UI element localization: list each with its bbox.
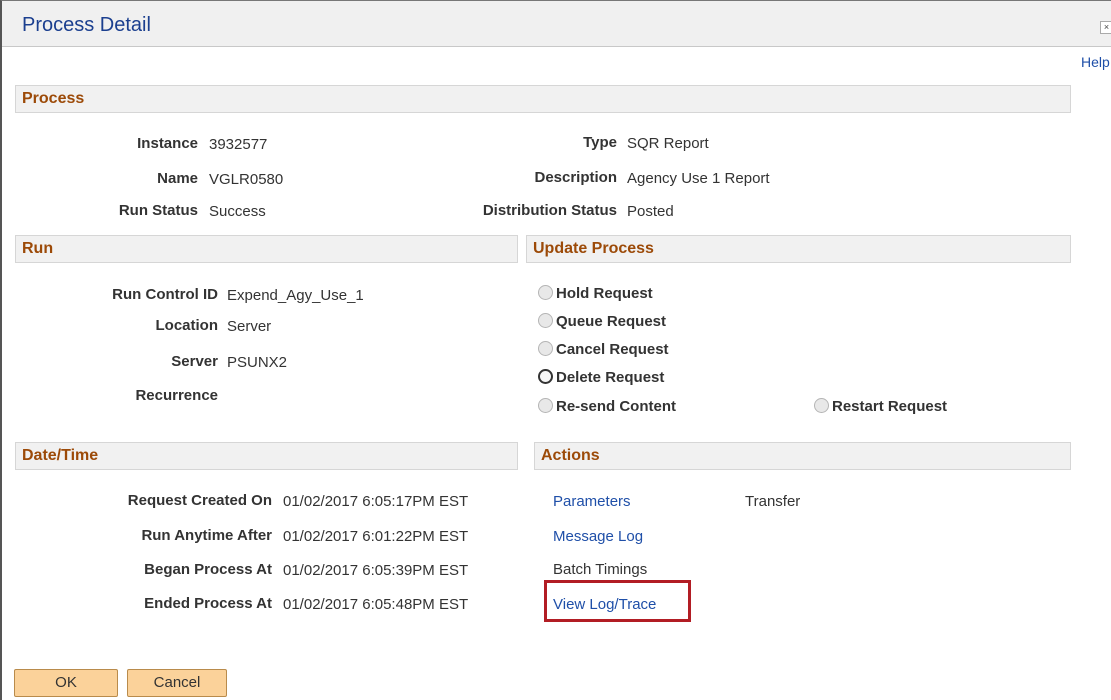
instance-value: 3932577 bbox=[209, 136, 268, 153]
description-value: Agency Use 1 Report bbox=[627, 170, 770, 187]
page-title: Process Detail bbox=[22, 14, 151, 36]
run-section-header: Run bbox=[15, 235, 518, 263]
highlight-annotation-box bbox=[544, 580, 691, 622]
server-label: Server bbox=[171, 353, 218, 370]
location-value: Server bbox=[227, 318, 272, 335]
radio-circle-icon bbox=[538, 398, 553, 413]
update-process-section-header: Update Process bbox=[526, 235, 1071, 263]
actions-section-header: Actions bbox=[534, 442, 1071, 470]
transfer-text: Transfer bbox=[745, 493, 801, 510]
run-status-label: Run Status bbox=[118, 202, 198, 219]
began-process-value: 01/02/2017 6:05:39PM EST bbox=[283, 562, 469, 579]
began-process-label: Began Process At bbox=[144, 561, 272, 578]
queue-request-radio[interactable]: Queue Request bbox=[538, 313, 666, 333]
type-label: Type bbox=[583, 134, 617, 151]
type-value: SQR Report bbox=[627, 135, 709, 152]
parameters-link[interactable]: Parameters bbox=[553, 493, 631, 510]
radio-circle-icon bbox=[814, 398, 829, 413]
radio-circle-icon bbox=[538, 285, 553, 300]
restart-request-label: Restart Request bbox=[832, 398, 948, 415]
run-control-id-label: Run Control ID bbox=[112, 286, 218, 303]
resend-content-label: Re-send Content bbox=[556, 398, 676, 415]
recurrence-label: Recurrence bbox=[135, 387, 218, 404]
ended-process-label: Ended Process At bbox=[144, 595, 272, 612]
ok-button[interactable]: OK bbox=[14, 669, 118, 697]
resend-content-radio[interactable]: Re-send Content bbox=[538, 398, 676, 418]
datetime-section-header: Date/Time bbox=[15, 442, 518, 470]
cancel-request-radio[interactable]: Cancel Request bbox=[538, 341, 669, 361]
delete-request-radio[interactable]: Delete Request bbox=[538, 369, 664, 389]
request-created-label: Request Created On bbox=[127, 492, 272, 509]
cancel-request-label: Cancel Request bbox=[556, 341, 669, 358]
restart-request-radio[interactable]: Restart Request bbox=[814, 398, 947, 418]
close-icon[interactable]: × bbox=[1100, 21, 1111, 34]
run-control-id-value: Expend_Agy_Use_1 bbox=[227, 287, 364, 304]
process-section-header: Process bbox=[15, 85, 1071, 113]
description-label: Description bbox=[534, 169, 617, 186]
delete-request-label: Delete Request bbox=[556, 369, 665, 386]
instance-label: Instance bbox=[137, 135, 198, 152]
help-link[interactable]: Help bbox=[1081, 54, 1110, 70]
hold-request-label: Hold Request bbox=[556, 285, 653, 302]
cancel-button[interactable]: Cancel bbox=[127, 669, 227, 697]
title-bar: Process Detail × bbox=[2, 1, 1111, 47]
radio-circle-icon bbox=[538, 313, 553, 328]
distribution-status-label: Distribution Status bbox=[482, 202, 617, 219]
name-label: Name bbox=[157, 170, 198, 187]
radio-circle-icon bbox=[538, 341, 553, 356]
run-status-value: Success bbox=[209, 203, 266, 220]
server-value: PSUNX2 bbox=[227, 354, 288, 371]
distribution-status-value: Posted bbox=[627, 203, 674, 220]
queue-request-label: Queue Request bbox=[556, 313, 667, 330]
message-log-link[interactable]: Message Log bbox=[553, 528, 643, 545]
name-value: VGLR0580 bbox=[209, 171, 284, 188]
radio-circle-icon bbox=[538, 369, 553, 384]
ended-process-value: 01/02/2017 6:05:48PM EST bbox=[283, 596, 469, 613]
run-anytime-label: Run Anytime After bbox=[141, 527, 272, 544]
request-created-value: 01/02/2017 6:05:17PM EST bbox=[283, 493, 469, 510]
location-label: Location bbox=[155, 317, 219, 334]
run-anytime-value: 01/02/2017 6:01:22PM EST bbox=[283, 528, 469, 545]
hold-request-radio[interactable]: Hold Request bbox=[538, 285, 653, 305]
batch-timings-text: Batch Timings bbox=[553, 561, 648, 578]
